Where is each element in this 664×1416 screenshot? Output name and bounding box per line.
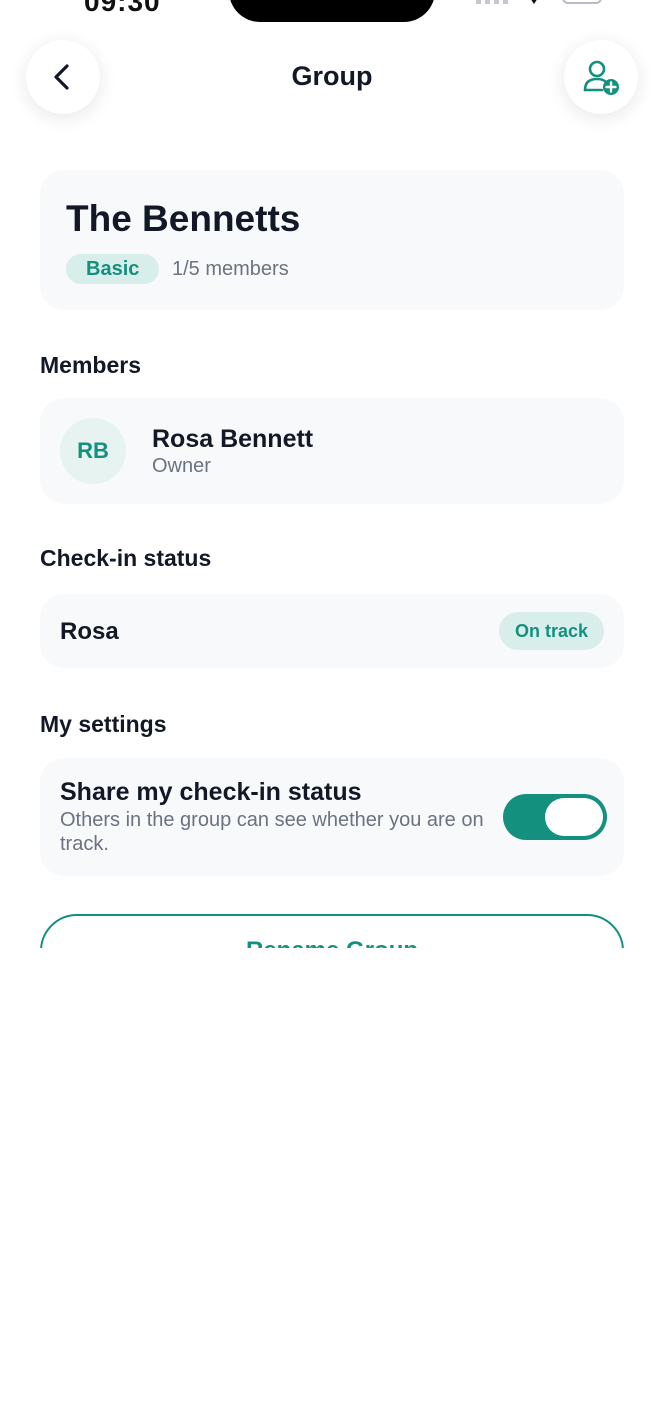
toggle-knob [545, 798, 603, 836]
checkin-member-name: Rosa [60, 618, 119, 645]
add-member-button[interactable] [564, 40, 638, 114]
member-role: Owner [152, 455, 211, 477]
group-screen: 09:30 Group The Bennetts Basic 1/5 membe… [0, 0, 664, 1416]
rename-group-button[interactable]: Rename Group [40, 914, 624, 948]
status-time: 09:30 [84, 0, 161, 17]
battery-icon [562, 0, 602, 4]
avatar: RB [60, 418, 126, 484]
member-name: Rosa Bennett [152, 425, 314, 453]
group-summary-card: The Bennetts Basic 1/5 members [40, 170, 624, 310]
member-row[interactable]: RB Rosa Bennett Owner [40, 398, 624, 504]
wifi-icon [531, 0, 537, 4]
status-badge: On track [498, 612, 604, 650]
signal-icon [476, 0, 508, 4]
members-section-title: Members [40, 352, 141, 378]
user-plus-icon [583, 60, 619, 95]
group-name: The Bennetts [66, 198, 301, 239]
checkin-section-title: Check-in status [40, 545, 212, 571]
plan-badge: Basic [66, 254, 160, 284]
bottom-button-viewport: Rename Group [0, 914, 664, 948]
share-status-setting: Share my check-in status Others in the g… [40, 758, 624, 876]
member-count: 1/5 members [172, 258, 289, 280]
header: Group [0, 38, 664, 118]
setting-title: Share my check-in status [60, 778, 362, 806]
checkin-row: Rosa On track [40, 594, 624, 668]
status-bar: 09:30 [0, 0, 664, 30]
settings-section-title: My settings [40, 711, 167, 737]
setting-description: Others in the group can see whether you … [60, 809, 484, 855]
share-status-toggle[interactable] [503, 794, 607, 840]
dynamic-island [229, 0, 435, 22]
